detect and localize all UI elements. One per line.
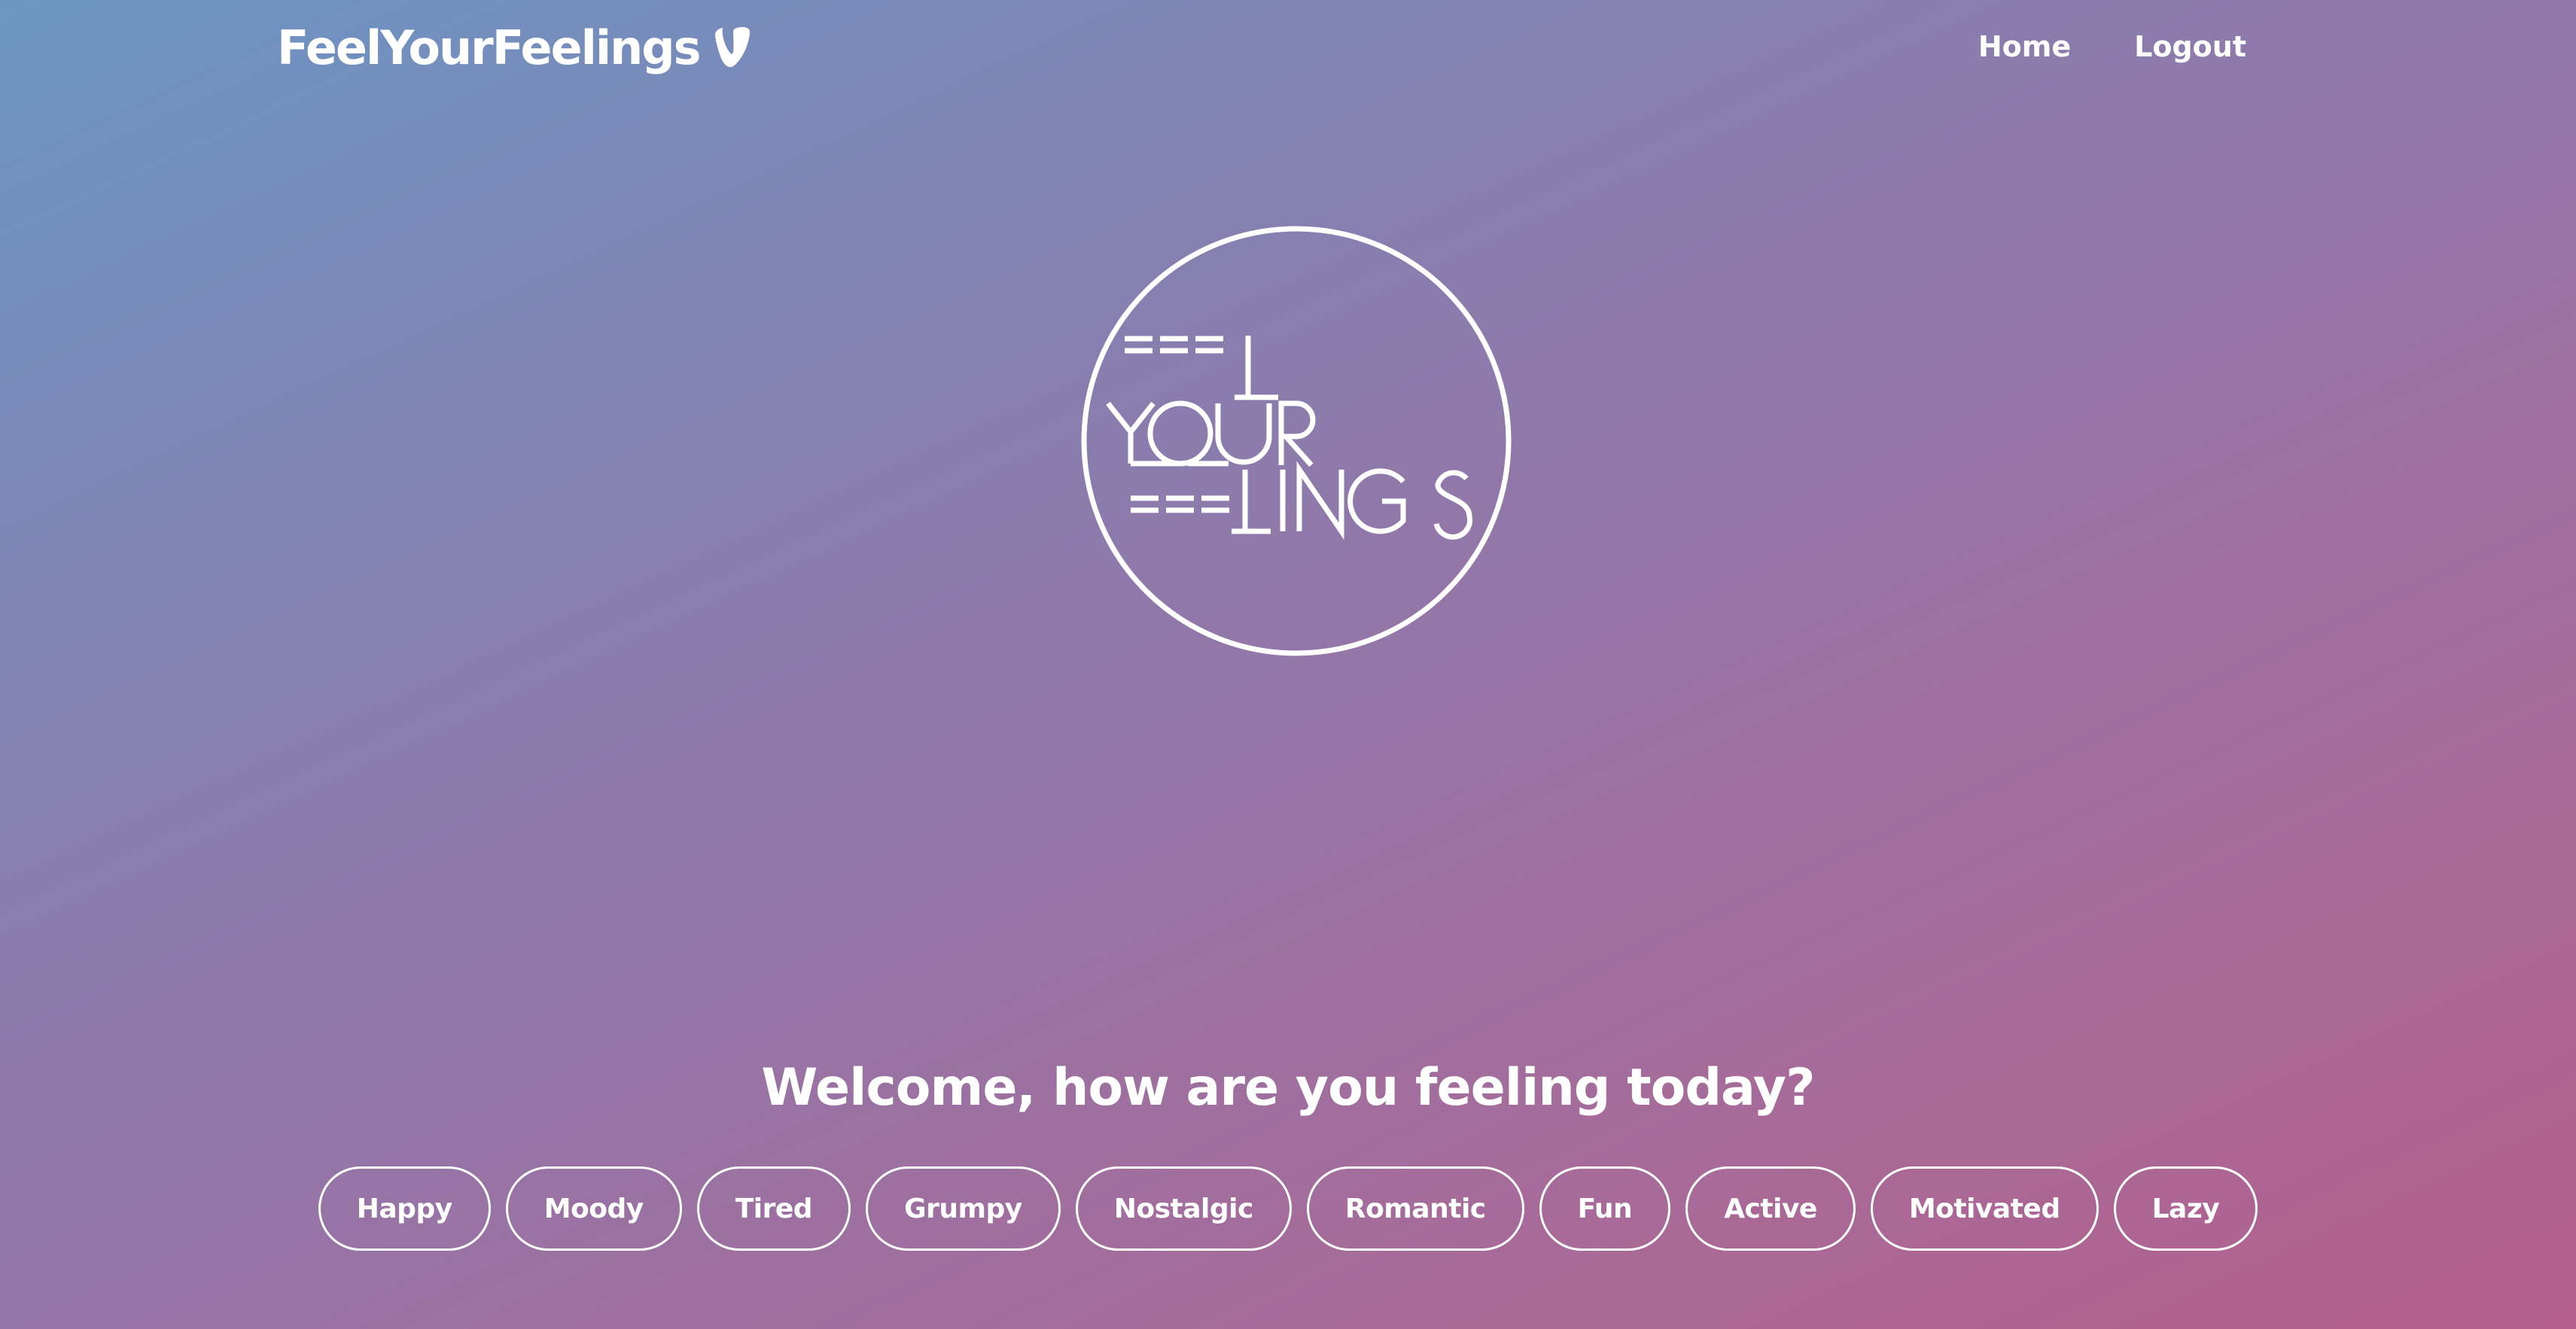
- welcome-heading: Welcome, how are you feeling today?: [761, 1058, 1815, 1118]
- mood-button-nostalgic[interactable]: Nostalgic: [1075, 1166, 1292, 1251]
- mood-button-happy[interactable]: Happy: [318, 1166, 491, 1251]
- logo-wordmark: [1106, 336, 1473, 540]
- typo3-icon: [714, 27, 750, 68]
- nav-logout-link[interactable]: Logout: [2134, 27, 2246, 66]
- mood-button-fun[interactable]: Fun: [1539, 1166, 1671, 1251]
- nav-links: Home Logout: [1978, 27, 2246, 66]
- brand-name: FeelYourFeelings: [277, 20, 702, 75]
- mood-button-moody[interactable]: Moody: [505, 1166, 682, 1251]
- navbar: FeelYourFeelings Home Logout: [0, 0, 2576, 98]
- feel-your-feelings-logo: [1081, 226, 1512, 656]
- mood-button-group: Happy Moody Tired Grumpy Nostalgic Roman…: [0, 1166, 2576, 1251]
- brand-link[interactable]: FeelYourFeelings: [277, 21, 751, 75]
- mood-button-motivated[interactable]: Motivated: [1870, 1166, 2099, 1251]
- mood-button-romantic[interactable]: Romantic: [1306, 1166, 1524, 1251]
- mood-button-grumpy[interactable]: Grumpy: [866, 1166, 1061, 1251]
- mood-button-active[interactable]: Active: [1685, 1166, 1856, 1251]
- mood-button-lazy[interactable]: Lazy: [2113, 1166, 2258, 1251]
- nav-home-link[interactable]: Home: [1978, 27, 2071, 66]
- mood-button-tired[interactable]: Tired: [696, 1166, 851, 1251]
